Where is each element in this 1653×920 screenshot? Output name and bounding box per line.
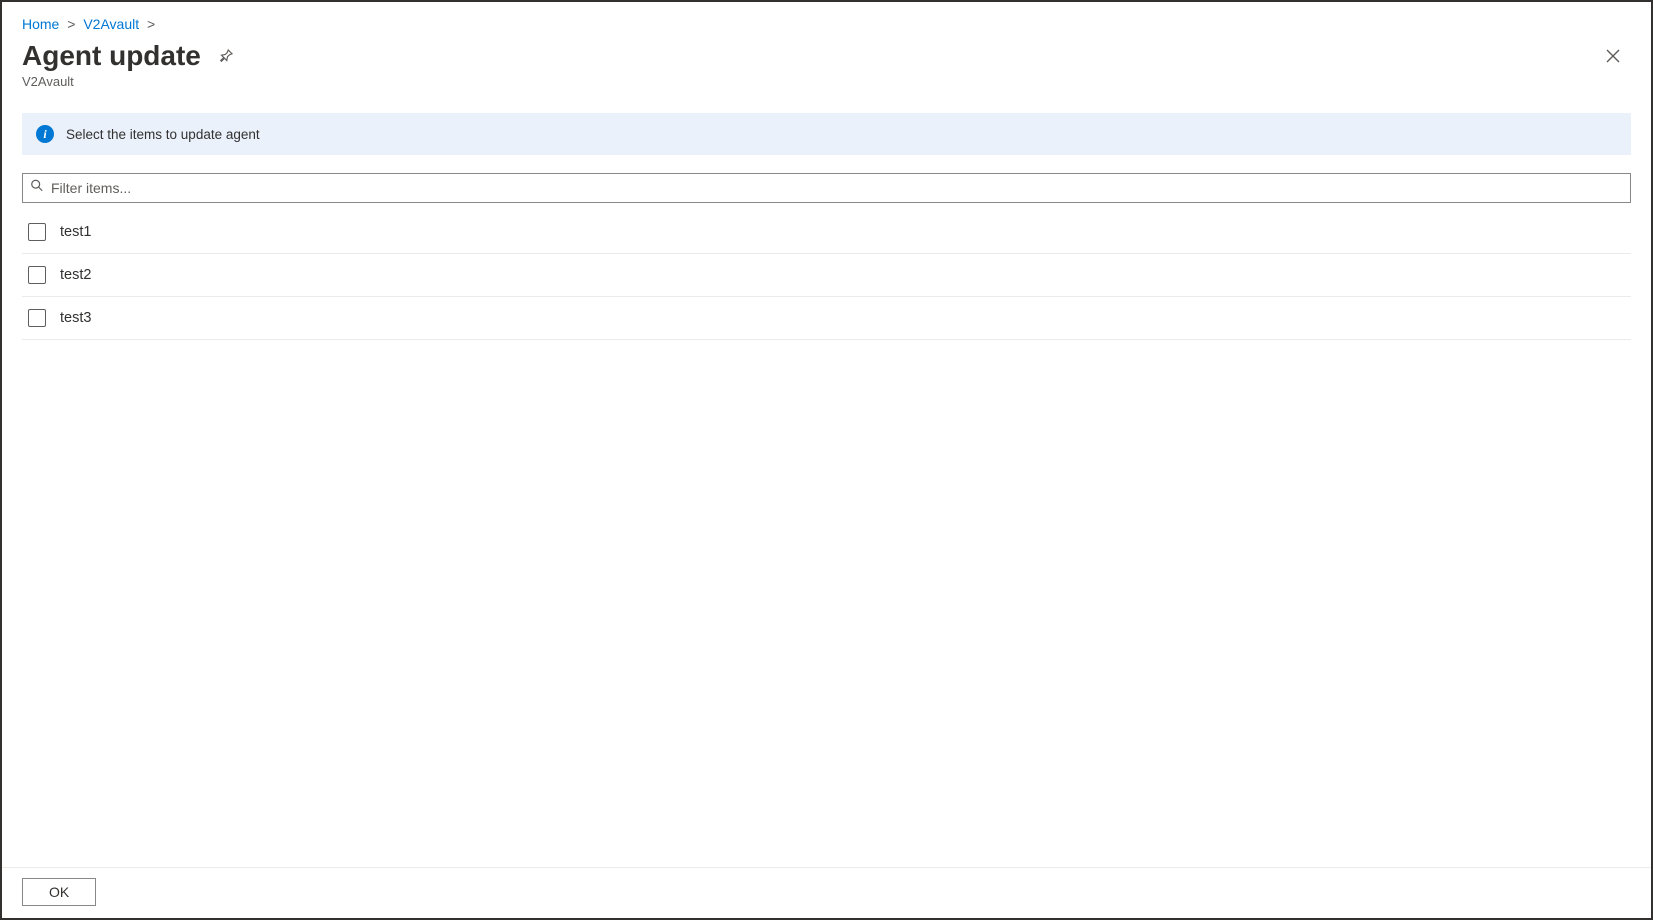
list-item[interactable]: test2: [22, 254, 1631, 297]
breadcrumb: Home > V2Avault >: [22, 12, 1631, 40]
pin-icon[interactable]: [217, 47, 235, 65]
item-label: test3: [60, 310, 91, 326]
chevron-right-icon: >: [67, 16, 75, 32]
list-item[interactable]: test1: [22, 211, 1631, 254]
info-message: Select the items to update agent: [66, 127, 260, 142]
info-banner: i Select the items to update agent: [22, 113, 1631, 155]
info-icon: i: [36, 125, 54, 143]
filter-input[interactable]: [22, 173, 1631, 203]
item-list: test1 test2 test3: [22, 211, 1631, 918]
checkbox[interactable]: [28, 266, 46, 284]
footer: OK: [2, 867, 1651, 918]
checkbox[interactable]: [28, 309, 46, 327]
item-label: test1: [60, 224, 91, 240]
list-item[interactable]: test3: [22, 297, 1631, 340]
ok-button[interactable]: OK: [22, 878, 96, 906]
filter-wrap: [22, 173, 1631, 203]
item-label: test2: [60, 267, 91, 283]
page-title: Agent update: [22, 40, 201, 72]
breadcrumb-link-home[interactable]: Home: [22, 16, 59, 32]
breadcrumb-link-vault[interactable]: V2Avault: [83, 16, 139, 32]
chevron-right-icon: >: [147, 16, 155, 32]
page-subtitle: V2Avault: [22, 74, 1631, 113]
title-row: Agent update: [22, 40, 1631, 74]
checkbox[interactable]: [28, 223, 46, 241]
close-icon[interactable]: [1601, 44, 1625, 68]
